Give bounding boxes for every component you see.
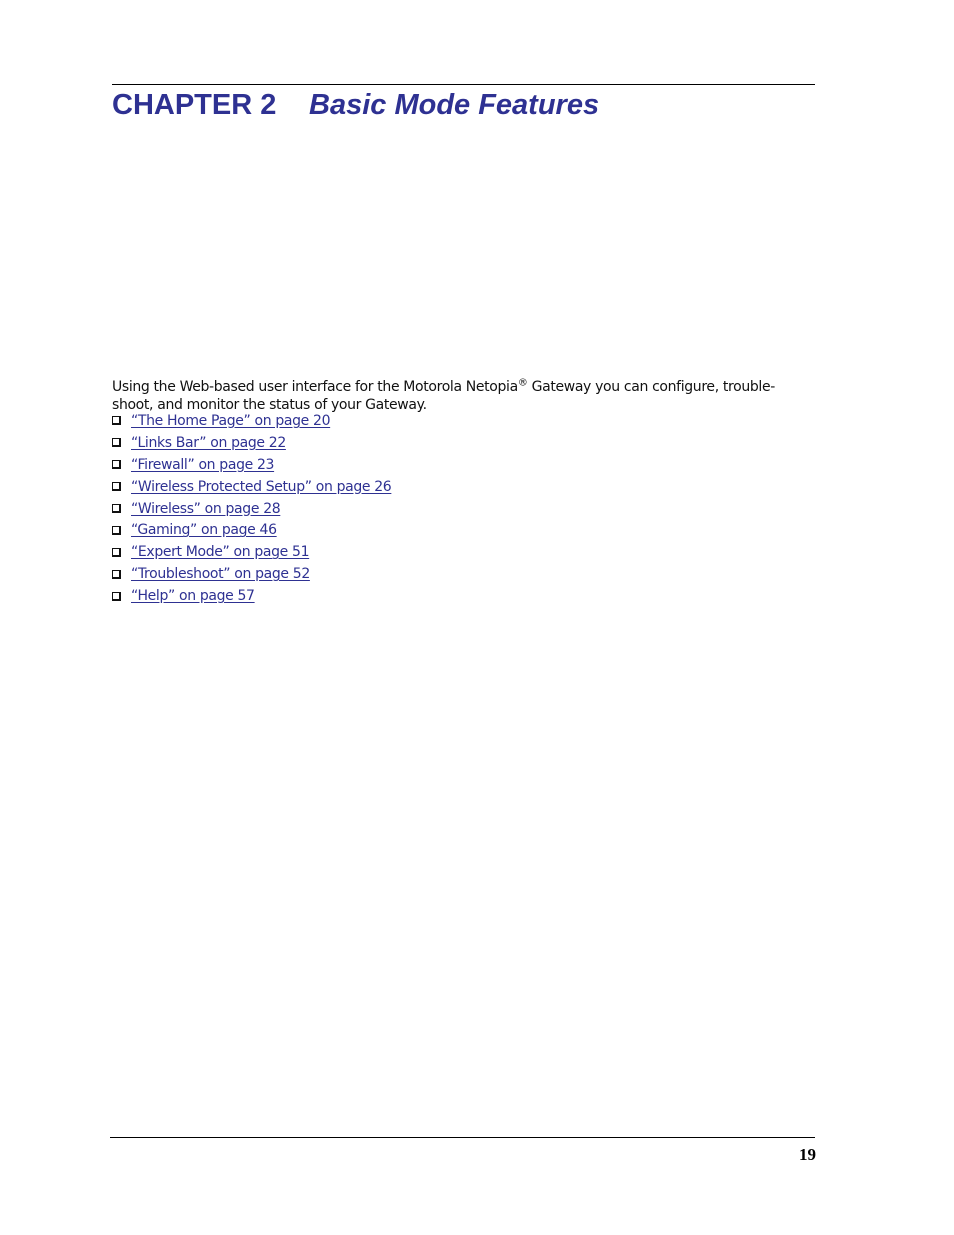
top-rule xyxy=(112,84,815,85)
checkbox-bullet-icon xyxy=(112,547,121,557)
intro-paragraph: Using the Web-based user interface for t… xyxy=(112,378,802,414)
bottom-rule xyxy=(110,1137,815,1138)
link-troubleshoot[interactable]: “Troubleshoot” on page 52 xyxy=(131,564,310,584)
list-item: “Links Bar” on page 22 xyxy=(112,432,391,454)
chapter-heading: CHAPTER 2 Basic Mode Features xyxy=(112,89,599,122)
link-firewall[interactable]: “Firewall” on page 23 xyxy=(131,455,274,475)
list-item: “The Home Page” on page 20 xyxy=(112,410,391,432)
checkbox-bullet-icon xyxy=(112,438,121,448)
link-expert-mode[interactable]: “Expert Mode” on page 51 xyxy=(131,542,310,562)
list-item: “Wireless Protected Setup” on page 26 xyxy=(112,476,392,498)
link-wireless-protected-setup[interactable]: “Wireless Protected Setup” on page 26 xyxy=(131,477,392,497)
link-gaming[interactable]: “Gaming” on page 46 xyxy=(131,520,277,540)
intro-text-before: Using the Web-based user interface for t… xyxy=(112,379,518,395)
page-number: 19 xyxy=(799,1145,816,1164)
registered-mark: ® xyxy=(517,377,528,389)
link-help[interactable]: “Help” on page 57 xyxy=(131,586,255,606)
list-item: “Troubleshoot” on page 52 xyxy=(112,563,391,585)
checkbox-bullet-icon xyxy=(112,460,121,470)
list-item: “Firewall” on page 23 xyxy=(112,454,391,476)
link-wireless[interactable]: “Wireless” on page 28 xyxy=(131,499,281,519)
checkbox-bullet-icon xyxy=(112,569,121,579)
link-links-bar[interactable]: “Links Bar” on page 22 xyxy=(131,433,286,453)
link-home-page[interactable]: “The Home Page” on page 20 xyxy=(131,411,331,431)
chapter-title: Basic Mode Features xyxy=(309,89,600,121)
section-link-list: “The Home Page” on page 20 “Links Bar” o… xyxy=(112,410,392,607)
list-item: “Wireless” on page 28 xyxy=(112,498,391,520)
list-item: “Expert Mode” on page 51 xyxy=(112,541,391,563)
list-item: “Help” on page 57 xyxy=(112,585,391,607)
list-item: “Gaming” on page 46 xyxy=(112,519,391,541)
checkbox-bullet-icon xyxy=(112,591,121,601)
checkbox-bullet-icon xyxy=(112,525,121,535)
chapter-label: CHAPTER 2 xyxy=(112,89,277,121)
checkbox-bullet-icon xyxy=(112,416,121,426)
checkbox-bullet-icon xyxy=(112,482,121,492)
checkbox-bullet-icon xyxy=(112,504,121,513)
